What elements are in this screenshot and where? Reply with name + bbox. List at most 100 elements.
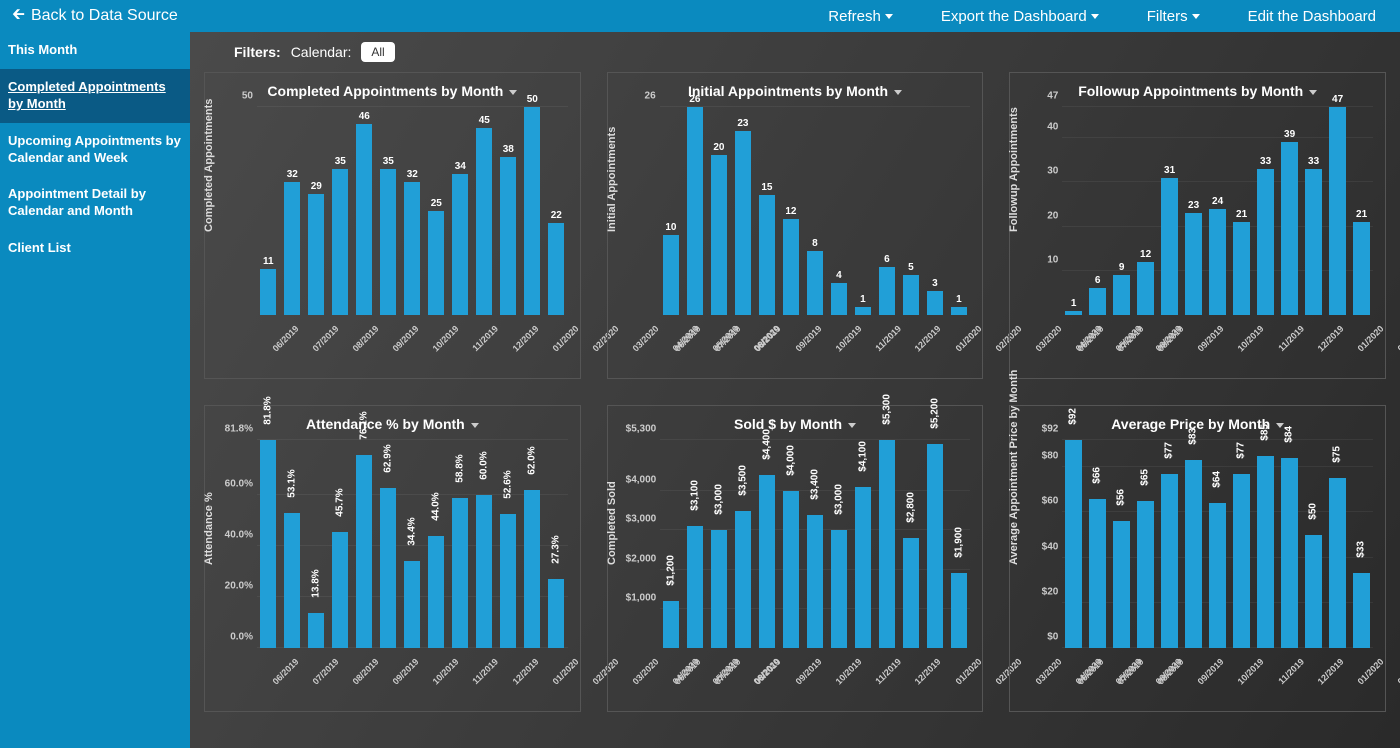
bar-value-label: $1,200: [665, 569, 676, 585]
bar[interactable]: $3,100: [687, 440, 703, 648]
bar[interactable]: 20: [711, 107, 727, 315]
bar[interactable]: $66: [1089, 440, 1105, 648]
bar[interactable]: $85: [1257, 440, 1273, 648]
bar[interactable]: 35: [332, 107, 348, 315]
bar[interactable]: 8: [807, 107, 823, 315]
sidebar-item[interactable]: Appointment Detail by Calendar and Month: [0, 176, 190, 230]
chart-title-dropdown[interactable]: Initial Appointments by Month: [616, 83, 975, 99]
bar[interactable]: $2,800: [903, 440, 919, 648]
y-tick: $0: [1028, 632, 1062, 643]
bar[interactable]: $65: [1137, 440, 1153, 648]
bar[interactable]: 24: [1209, 107, 1225, 315]
bar[interactable]: 39: [1281, 107, 1297, 315]
bar[interactable]: 60.0%: [476, 440, 492, 648]
bar[interactable]: 1: [951, 107, 967, 315]
bar[interactable]: 22: [548, 107, 564, 315]
bar[interactable]: 32: [404, 107, 420, 315]
calendar-filter-value[interactable]: All: [361, 42, 394, 62]
bar[interactable]: $75: [1329, 440, 1345, 648]
refresh-dropdown[interactable]: Refresh: [828, 8, 893, 25]
bar[interactable]: 76.1%: [356, 440, 372, 648]
sidebar-item[interactable]: Client List: [0, 230, 190, 267]
bar[interactable]: 6: [1089, 107, 1105, 315]
sidebar-item[interactable]: Completed Appointments by Month: [0, 69, 190, 123]
bar[interactable]: 35: [380, 107, 396, 315]
bar[interactable]: 45.7%: [332, 440, 348, 648]
bar[interactable]: 52.6%: [500, 440, 516, 648]
bar[interactable]: $4,100: [855, 440, 871, 648]
bar[interactable]: 45: [476, 107, 492, 315]
bar[interactable]: 58.8%: [452, 440, 468, 648]
bar[interactable]: 29: [308, 107, 324, 315]
bar[interactable]: 34.4%: [404, 440, 420, 648]
bar[interactable]: 9: [1113, 107, 1129, 315]
bar[interactable]: $1,200: [663, 440, 679, 648]
bar[interactable]: $50: [1305, 440, 1321, 648]
bar[interactable]: 62.0%: [524, 440, 540, 648]
bar[interactable]: $83: [1185, 440, 1201, 648]
edit-dashboard-link[interactable]: Edit the Dashboard: [1248, 8, 1376, 25]
back-to-data-source-link[interactable]: 🡰 Back to Data Source: [12, 3, 178, 30]
chart-title-dropdown[interactable]: Completed Appointments by Month: [213, 83, 572, 99]
bar[interactable]: $3,500: [735, 440, 751, 648]
sidebar-item[interactable]: This Month: [0, 32, 190, 69]
bar[interactable]: 47: [1329, 107, 1345, 315]
bar[interactable]: $84: [1281, 440, 1297, 648]
bar[interactable]: 11: [260, 107, 276, 315]
bar[interactable]: $5,200: [927, 440, 943, 648]
bar[interactable]: $92: [1065, 440, 1081, 648]
bar[interactable]: $56: [1113, 440, 1129, 648]
bar[interactable]: 25: [428, 107, 444, 315]
bar[interactable]: 12: [1137, 107, 1153, 315]
bar[interactable]: 44.0%: [428, 440, 444, 648]
bar[interactable]: $3,400: [807, 440, 823, 648]
bar[interactable]: 31: [1161, 107, 1177, 315]
bar[interactable]: $3,000: [831, 440, 847, 648]
bar[interactable]: $1,900: [951, 440, 967, 648]
bar[interactable]: 32: [284, 107, 300, 315]
bar[interactable]: 6: [879, 107, 895, 315]
bar-value-label: 3: [927, 278, 943, 289]
chart-panel: Attendance % by Month Attendance %0.0%20…: [204, 405, 581, 712]
bar[interactable]: 13.8%: [308, 440, 324, 648]
bar[interactable]: $3,000: [711, 440, 727, 648]
bar[interactable]: 53.1%: [284, 440, 300, 648]
filters-dropdown[interactable]: Filters: [1147, 8, 1200, 25]
bar[interactable]: $4,400: [759, 440, 775, 648]
bar[interactable]: 34: [452, 107, 468, 315]
bar[interactable]: 3: [927, 107, 943, 315]
bar[interactable]: $64: [1209, 440, 1225, 648]
bar-value-label: 15: [759, 182, 775, 193]
bar[interactable]: 33: [1305, 107, 1321, 315]
bar[interactable]: 5: [903, 107, 919, 315]
bar[interactable]: $77: [1161, 440, 1177, 648]
bar[interactable]: 21: [1233, 107, 1249, 315]
bar[interactable]: 46: [356, 107, 372, 315]
bar-value-label: 44.0%: [431, 504, 442, 520]
bar[interactable]: 1: [1065, 107, 1081, 315]
bar[interactable]: 15: [759, 107, 775, 315]
bar[interactable]: 21: [1353, 107, 1369, 315]
bar[interactable]: 23: [1185, 107, 1201, 315]
bar[interactable]: 62.9%: [380, 440, 396, 648]
bar[interactable]: $77: [1233, 440, 1249, 648]
bar[interactable]: 12: [783, 107, 799, 315]
bar[interactable]: $5,300: [879, 440, 895, 648]
bar[interactable]: 50: [524, 107, 540, 315]
bar[interactable]: 27.3%: [548, 440, 564, 648]
export-dashboard-dropdown[interactable]: Export the Dashboard: [941, 8, 1099, 25]
bar[interactable]: 38: [500, 107, 516, 315]
bar[interactable]: $33: [1353, 440, 1369, 648]
bar[interactable]: 23: [735, 107, 751, 315]
bar[interactable]: 26: [687, 107, 703, 315]
chart-title-dropdown[interactable]: Followup Appointments by Month: [1018, 83, 1377, 99]
bar[interactable]: 33: [1257, 107, 1273, 315]
bar[interactable]: $4,000: [783, 440, 799, 648]
bar[interactable]: 4: [831, 107, 847, 315]
bar[interactable]: 81.8%: [260, 440, 276, 648]
bar[interactable]: 1: [855, 107, 871, 315]
sidebar-item[interactable]: Upcoming Appointments by Calendar and We…: [0, 123, 190, 177]
bar[interactable]: 10: [663, 107, 679, 315]
chart-title-dropdown[interactable]: Sold $ by Month: [616, 416, 975, 432]
bar-value-label: 25: [428, 198, 444, 209]
